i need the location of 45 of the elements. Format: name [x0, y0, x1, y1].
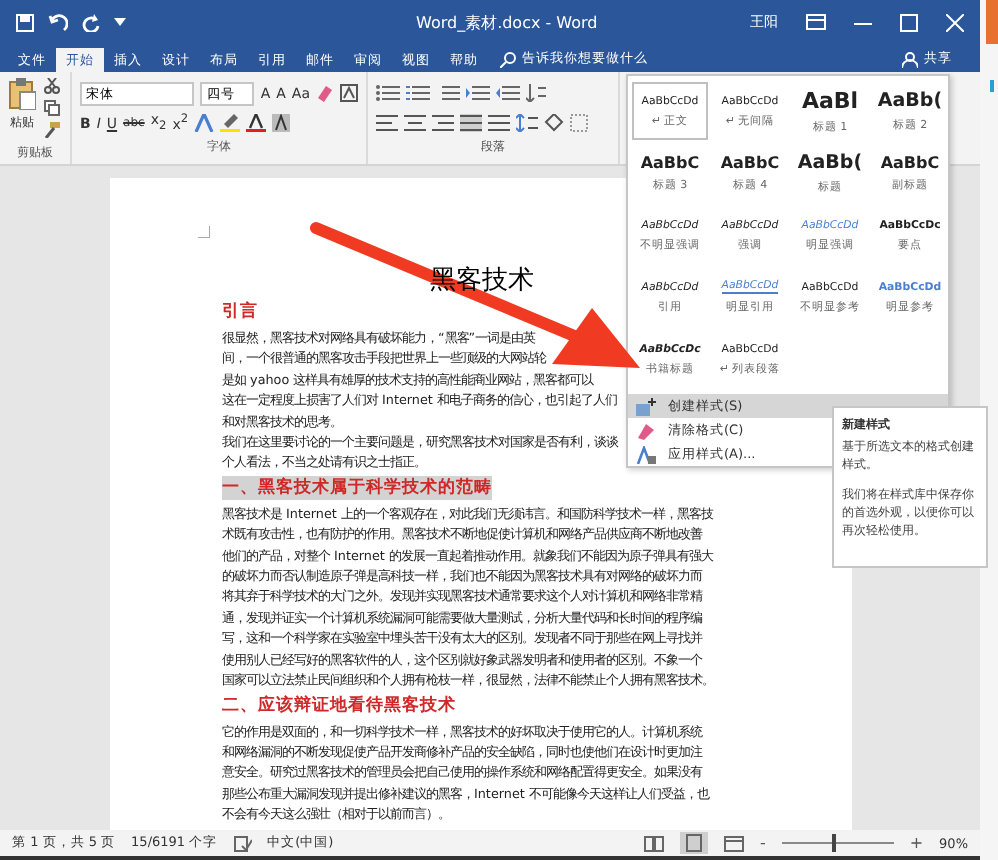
search-icon — [500, 51, 516, 67]
text-box-icon[interactable] — [340, 84, 358, 102]
section-heading: 一、黑客技术属于科学技术的范畴 — [222, 475, 492, 500]
multilevel-list-icon[interactable] — [436, 84, 460, 102]
margin-corner-mark — [198, 226, 210, 238]
increase-indent-icon[interactable] — [496, 84, 520, 102]
scissors-icon[interactable] — [44, 78, 60, 94]
text-effect-icon[interactable] — [194, 114, 215, 132]
ribbon-display-icon[interactable] — [806, 14, 826, 30]
style-icon — [636, 445, 656, 463]
borders-icon[interactable] — [570, 114, 588, 132]
close-icon[interactable] — [946, 13, 964, 31]
font-color-icon[interactable] — [246, 114, 267, 132]
read-mode-icon[interactable] — [643, 835, 664, 851]
web-layout-icon[interactable] — [723, 835, 744, 851]
zoom-out-button[interactable]: - — [759, 834, 766, 852]
caret-icon[interactable] — [114, 18, 126, 26]
align-center-icon[interactable] — [404, 114, 426, 132]
distribute-icon[interactable] — [488, 114, 510, 132]
section-heading: 二、应该辩证地看待黑客技术 — [222, 693, 456, 717]
save-icon[interactable] — [16, 13, 34, 31]
decrease-indent-icon[interactable] — [466, 84, 490, 102]
new-style-icon — [636, 397, 656, 415]
redo-icon[interactable] — [82, 13, 100, 31]
bullets-icon[interactable] — [376, 84, 400, 102]
shading-icon[interactable] — [272, 114, 291, 132]
sort-icon[interactable] — [526, 84, 546, 102]
eraser-icon[interactable] — [316, 84, 334, 102]
window-title: Word_素材.docx - Word — [416, 11, 600, 33]
proofing-icon[interactable] — [233, 835, 252, 851]
print-layout-icon[interactable] — [679, 832, 708, 854]
align-right-icon[interactable] — [432, 114, 454, 132]
clipboard-icon — [8, 78, 36, 110]
justify-icon[interactable] — [460, 114, 482, 132]
undo-icon[interactable] — [48, 13, 68, 31]
highlighter-icon[interactable] — [220, 114, 241, 132]
zoom-in-button[interactable]: + — [909, 834, 924, 852]
align-left-icon[interactable] — [376, 114, 398, 132]
section-heading: 引言 — [222, 300, 258, 324]
numbering-icon[interactable] — [406, 84, 430, 102]
maximize-icon[interactable] — [900, 13, 918, 31]
person-icon — [902, 51, 918, 67]
brush-icon[interactable] — [44, 122, 60, 138]
copy-icon[interactable] — [44, 100, 60, 116]
line-spacing-icon[interactable] — [516, 114, 538, 132]
